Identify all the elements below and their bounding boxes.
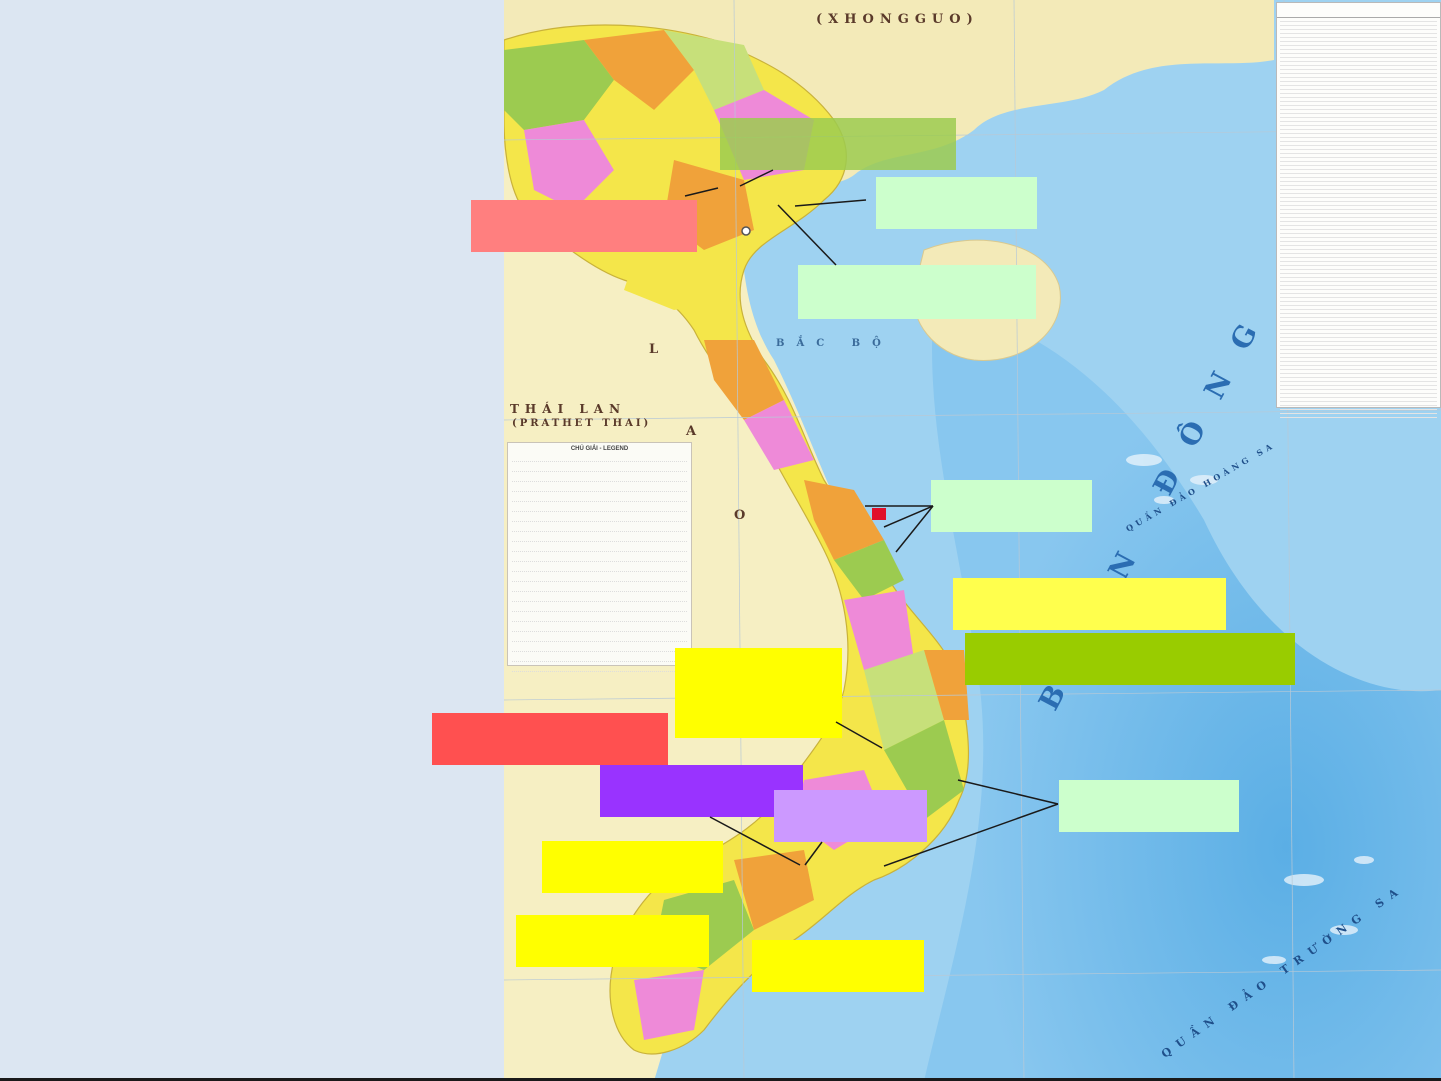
label-box-red-1[interactable]	[432, 713, 668, 765]
left-blank-panel	[0, 0, 504, 1081]
legend-row	[512, 632, 687, 642]
legend-row	[512, 542, 687, 552]
label-box-mint-2[interactable]	[798, 265, 1036, 319]
legend-row	[512, 662, 687, 672]
label-box-purple-1[interactable]	[600, 765, 803, 817]
label-box-mint-1[interactable]	[876, 177, 1037, 229]
legend-rows	[508, 452, 691, 672]
legend-row	[512, 642, 687, 652]
label-china: (XHONGGUO)	[816, 12, 979, 27]
legend-row	[512, 582, 687, 592]
label-box-mint-4[interactable]	[1059, 780, 1239, 832]
label-box-green-2[interactable]	[965, 633, 1295, 685]
legend-row	[512, 602, 687, 612]
label-laos-o: O	[734, 508, 752, 523]
label-box-yellow-5[interactable]	[752, 940, 924, 992]
legend-row	[512, 472, 687, 482]
map-legend: CHÚ GIẢI - LEGEND	[507, 442, 692, 672]
legend-row	[512, 572, 687, 582]
legend-row	[512, 462, 687, 472]
legend-row	[512, 592, 687, 602]
label-box-yellow-3[interactable]	[542, 841, 723, 893]
label-box-green-1[interactable]	[720, 118, 956, 170]
legend-row	[512, 522, 687, 532]
legend-row	[512, 532, 687, 542]
statistics-table	[1276, 2, 1441, 418]
label-thailand: THÁI LAN	[510, 402, 627, 416]
highlight-marker	[872, 508, 886, 520]
province-patch	[634, 970, 704, 1040]
legend-row	[512, 452, 687, 462]
label-box-salmon-1[interactable]	[471, 200, 697, 252]
legend-row	[512, 482, 687, 492]
label-box-mint-3[interactable]	[931, 480, 1092, 532]
legend-row	[512, 512, 687, 522]
label-box-yellow-4[interactable]	[516, 915, 709, 967]
legend-row	[512, 552, 687, 562]
statistics-table-header	[1277, 3, 1440, 18]
legend-row	[512, 622, 687, 632]
legend-row	[512, 652, 687, 662]
label-box-yellow-1[interactable]	[953, 578, 1226, 630]
legend-title: CHÚ GIẢI - LEGEND	[570, 446, 629, 452]
legend-row	[512, 502, 687, 512]
label-gulf: BẮC BỘ	[776, 338, 893, 349]
capital-marker	[741, 226, 751, 236]
legend-row	[512, 562, 687, 572]
label-thailand-sub: (PRATHET THAI)	[512, 418, 652, 429]
label-box-lavender-1[interactable]	[774, 790, 927, 842]
label-box-yellow-2[interactable]	[675, 648, 842, 738]
statistics-row	[1280, 414, 1437, 418]
legend-row	[512, 492, 687, 502]
statistics-rows	[1277, 18, 1440, 418]
label-laos-a: A	[686, 424, 703, 439]
label-laos-l: L	[649, 342, 665, 357]
legend-row	[512, 612, 687, 622]
